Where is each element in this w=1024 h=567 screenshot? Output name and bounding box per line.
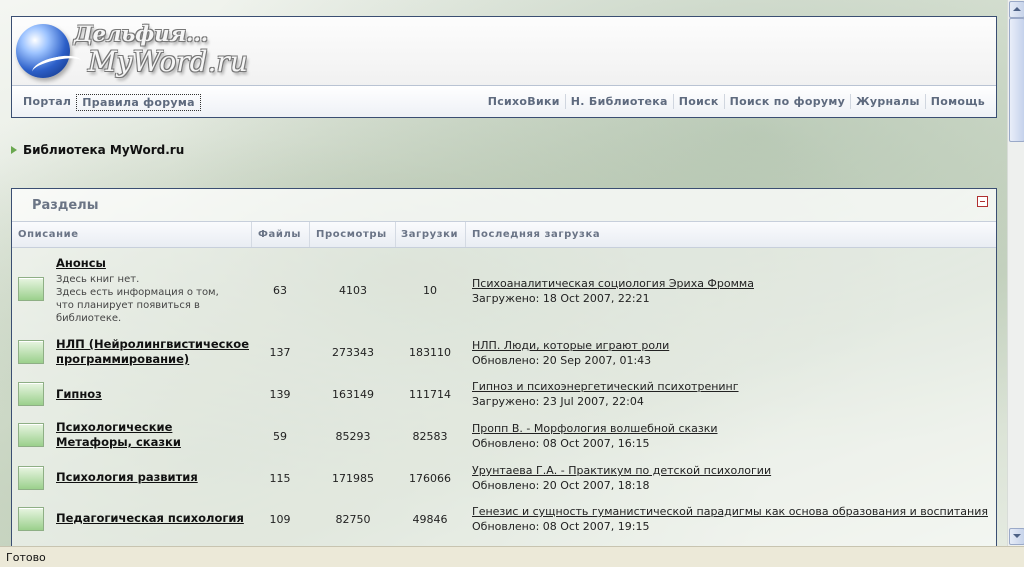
- last-upload-date: Загружено: 18 Oct 2007, 22:21: [472, 292, 650, 305]
- last-upload-link[interactable]: Урунтаева Г.А. - Практикум по детской пс…: [472, 464, 771, 477]
- forum-title-link[interactable]: НЛП (Нейролингвистическое: [56, 337, 249, 352]
- table-row: Анонсы Здесь книг нет. Здесь есть информ…: [12, 255, 996, 329]
- last-upload-date: Обновлено: 20 Sep 2007, 01:43: [472, 354, 652, 367]
- files-count: 115: [269, 472, 291, 485]
- scroll-down-arrow-icon[interactable]: [1009, 528, 1024, 545]
- page-viewport: Дельфия... MyWord.ru Портал Правила фору…: [0, 0, 1007, 546]
- last-upload-date: Обновлено: 08 Oct 2007, 16:15: [472, 437, 650, 450]
- forum-description: что планирует появиться в: [56, 300, 200, 311]
- top-navbar: Портал Правила форума ПсихоВики Н. Библи…: [12, 86, 996, 117]
- column-divider: [251, 222, 252, 247]
- nav-link-portal[interactable]: Портал: [18, 94, 76, 111]
- scrollbar-thumb[interactable]: [1009, 18, 1024, 142]
- views-count: 273343: [332, 346, 374, 359]
- collapse-minus-icon[interactable]: [977, 196, 988, 207]
- last-upload-date: Обновлено: 20 Oct 2007, 18:18: [472, 479, 650, 492]
- column-divider: [309, 222, 310, 247]
- forum-folder-icon[interactable]: [18, 423, 44, 447]
- views-count: 82750: [335, 513, 371, 526]
- forum-title-link[interactable]: Гипноз: [56, 387, 102, 402]
- logo-title: Дельфия...: [74, 21, 209, 46]
- table-row: НЛП (Нейролингвистическое программирован…: [12, 337, 996, 373]
- downloads-count: 10: [423, 284, 437, 297]
- nav-link-journals[interactable]: Журналы: [850, 94, 925, 109]
- nav-link-help[interactable]: Помощь: [924, 94, 990, 109]
- forum-folder-icon[interactable]: [18, 277, 44, 301]
- column-divider: [465, 222, 466, 247]
- col-header-last-upload: Последняя загрузка: [472, 229, 601, 240]
- breadcrumb-library[interactable]: Библиотека MyWord.ru: [23, 143, 184, 157]
- table-row: Психологические Метафоры, сказки 59 8529…: [12, 420, 996, 456]
- forum-folder-icon[interactable]: [18, 466, 44, 490]
- sections-panel: Разделы Описание Файлы Просмотры Загрузк…: [11, 188, 997, 546]
- forum-folder-icon[interactable]: [18, 340, 44, 364]
- last-upload-date: Загружено: 23 Jul 2007, 22:04: [472, 395, 644, 408]
- downloads-count: 176066: [409, 472, 451, 485]
- nav-link-psychowiki[interactable]: ПсихоВики: [483, 94, 565, 109]
- col-header-views: Просмотры: [316, 229, 387, 240]
- triangle-arrow-icon: [11, 146, 17, 154]
- site-header: Дельфия... MyWord.ru Портал Правила фору…: [11, 16, 997, 118]
- downloads-count: 111714: [409, 388, 451, 401]
- forum-title-link[interactable]: Анонсы: [56, 256, 106, 271]
- forum-title-link[interactable]: Психология развития: [56, 470, 198, 485]
- logo-subtitle: MyWord.ru: [88, 45, 248, 78]
- views-count: 4103: [339, 284, 367, 297]
- breadcrumb: Библиотека MyWord.ru: [11, 143, 184, 157]
- forum-title-link[interactable]: Педагогическая психология: [56, 511, 244, 526]
- views-count: 163149: [332, 388, 374, 401]
- last-upload-link[interactable]: Пропп В. - Морфология волшебной сказки: [472, 422, 718, 435]
- downloads-count: 49846: [412, 513, 448, 526]
- table-row: Психология развития 115 171985 176066 Ур…: [12, 463, 996, 499]
- views-count: 171985: [332, 472, 374, 485]
- forum-title-link[interactable]: Психологические: [56, 420, 172, 435]
- forum-description: Здесь книг нет.: [56, 274, 140, 285]
- last-upload-link[interactable]: Гипноз и психоэнергетический психотренин…: [472, 380, 739, 393]
- last-upload-link[interactable]: Психоаналитическая социология Эриха Фром…: [472, 277, 754, 290]
- sections-title: Разделы: [32, 198, 99, 213]
- scroll-up-arrow-icon[interactable]: [1009, 1, 1024, 18]
- table-header: Описание Файлы Просмотры Загрузки Послед…: [12, 222, 996, 248]
- column-divider: [395, 222, 396, 247]
- views-count: 85293: [335, 430, 371, 443]
- last-upload-link[interactable]: Генезис и сущность гуманистической парад…: [472, 505, 988, 518]
- last-upload-date: Обновлено: 08 Oct 2007, 19:15: [472, 520, 650, 533]
- files-count: 109: [269, 513, 291, 526]
- forum-folder-icon[interactable]: [18, 382, 44, 406]
- forum-title-link[interactable]: программирование): [56, 352, 189, 367]
- col-header-downloads: Загрузки: [401, 229, 459, 240]
- files-count: 137: [269, 346, 291, 359]
- col-header-description: Описание: [18, 229, 79, 240]
- nav-link-forum-rules[interactable]: Правила форума: [76, 94, 201, 111]
- files-count: 139: [269, 388, 291, 401]
- nav-link-library[interactable]: Н. Библиотека: [564, 94, 673, 109]
- downloads-count: 183110: [409, 346, 451, 359]
- files-count: 63: [273, 284, 287, 297]
- table-row: Гипноз 139 163149 111714 Гипноз и психоэ…: [12, 379, 996, 415]
- forum-description: Здесь есть информация о том,: [56, 287, 219, 298]
- forum-folder-icon[interactable]: [18, 507, 44, 531]
- downloads-count: 82583: [412, 430, 448, 443]
- forum-title-link[interactable]: Метафоры, сказки: [56, 435, 181, 450]
- status-text: Готово: [6, 551, 46, 564]
- table-row: Педагогическая психология 109 82750 4984…: [12, 504, 996, 540]
- forum-description: библиотеке.: [56, 313, 122, 324]
- vertical-scrollbar[interactable]: [1007, 0, 1024, 546]
- nav-link-search[interactable]: Поиск: [672, 94, 724, 109]
- col-header-files: Файлы: [258, 229, 302, 240]
- logo-banner[interactable]: Дельфия... MyWord.ru: [12, 17, 996, 86]
- last-upload-link[interactable]: НЛП. Люди, которые играют роли: [472, 339, 669, 352]
- files-count: 59: [273, 430, 287, 443]
- browser-status-bar: Готово: [0, 546, 1024, 567]
- sections-header: Разделы: [12, 189, 996, 222]
- nav-link-forum-search[interactable]: Поиск по форуму: [723, 94, 850, 109]
